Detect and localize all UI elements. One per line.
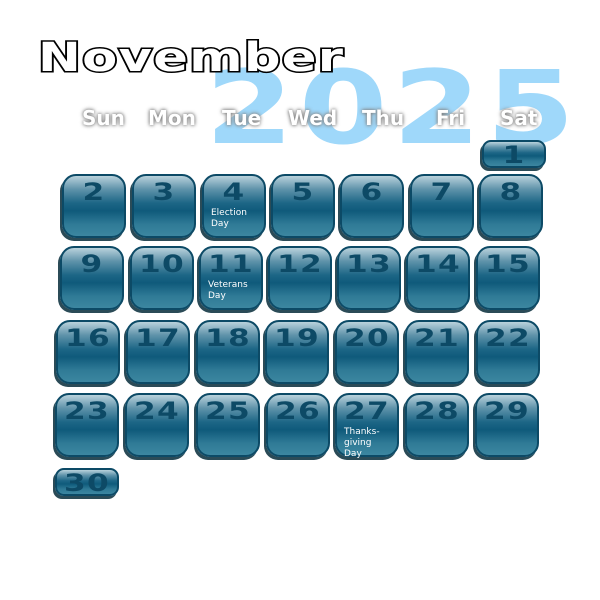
day-number: 1 (502, 141, 526, 169)
day-number: 23 (63, 397, 111, 425)
day-number: 14 (414, 250, 462, 278)
day-number: 8 (499, 178, 523, 206)
day-number: 12 (276, 250, 324, 278)
holiday-label: Election Day (211, 208, 247, 229)
day-cell-22[interactable]: 22 (476, 320, 540, 384)
day-cell-29[interactable]: 29 (475, 393, 539, 457)
day-cell-17[interactable]: 17 (126, 320, 190, 384)
day-cell-27[interactable]: 27 Thanks- giving Day (335, 393, 399, 459)
day-number: 19 (273, 324, 321, 352)
day-cell-19[interactable]: 19 (265, 320, 329, 384)
month-title: November (36, 35, 345, 81)
day-cell-13[interactable]: 13 (337, 246, 401, 310)
weekday-thu: Thu (362, 106, 405, 130)
holiday-label: Veterans Day (208, 280, 248, 301)
day-number: 18 (204, 324, 252, 352)
weekday-wed: Wed (288, 106, 338, 130)
day-number: 13 (345, 250, 393, 278)
day-cell-7[interactable]: 7 (410, 174, 474, 238)
day-cell-20[interactable]: 20 (335, 320, 399, 384)
day-number: 25 (204, 397, 252, 425)
day-number: 26 (274, 397, 322, 425)
day-cell-11[interactable]: 11 Veterans Day (199, 246, 263, 310)
day-number: 11 (207, 250, 255, 278)
day-number: 9 (80, 250, 104, 278)
day-number: 29 (483, 397, 531, 425)
day-cell-9[interactable]: 9 (60, 246, 124, 310)
day-cell-4[interactable]: 4 Election Day (202, 174, 266, 238)
day-number: 4 (222, 178, 246, 206)
weekday-sun: Sun (82, 106, 125, 130)
day-number: 15 (484, 250, 532, 278)
day-cell-25[interactable]: 25 (196, 393, 260, 457)
day-number: 3 (152, 178, 176, 206)
weekday-fri: Fri (436, 106, 466, 130)
day-cell-21[interactable]: 21 (405, 320, 469, 384)
day-cell-15[interactable]: 15 (476, 246, 540, 310)
day-cell-26[interactable]: 26 (266, 393, 330, 457)
day-cell-16[interactable]: 16 (56, 320, 120, 384)
day-number: 6 (360, 178, 384, 206)
day-cell-28[interactable]: 28 (405, 393, 469, 457)
day-number: 20 (343, 324, 391, 352)
day-number: 30 (63, 469, 111, 497)
day-cell-2[interactable]: 2 (62, 174, 126, 238)
weekday-mon: Mon (148, 106, 196, 130)
day-cell-5[interactable]: 5 (271, 174, 335, 238)
day-cell-3[interactable]: 3 (132, 174, 196, 238)
day-number: 5 (291, 178, 315, 206)
day-number: 22 (484, 324, 532, 352)
day-cell-6[interactable]: 6 (340, 174, 404, 238)
day-cell-14[interactable]: 14 (406, 246, 470, 310)
day-cell-24[interactable]: 24 (125, 393, 189, 457)
day-number: 16 (64, 324, 112, 352)
day-number: 28 (413, 397, 461, 425)
day-number: 2 (82, 178, 106, 206)
day-cell-18[interactable]: 18 (196, 320, 260, 384)
day-number: 7 (430, 178, 454, 206)
day-number: 10 (138, 250, 186, 278)
day-number: 27 (343, 397, 391, 425)
day-cell-1[interactable]: 1 (482, 140, 546, 169)
day-cell-30[interactable]: 30 (55, 468, 119, 497)
day-cell-12[interactable]: 12 (268, 246, 332, 310)
holiday-label: Thanks- giving Day (344, 427, 380, 459)
day-cell-8[interactable]: 8 (479, 174, 543, 238)
day-number: 17 (134, 324, 182, 352)
weekday-tue: Tue (222, 106, 262, 130)
day-cell-23[interactable]: 23 (55, 393, 119, 457)
day-cell-10[interactable]: 10 (130, 246, 194, 310)
weekday-sat: Sat (500, 106, 538, 130)
day-number: 24 (133, 397, 181, 425)
day-number: 21 (413, 324, 461, 352)
